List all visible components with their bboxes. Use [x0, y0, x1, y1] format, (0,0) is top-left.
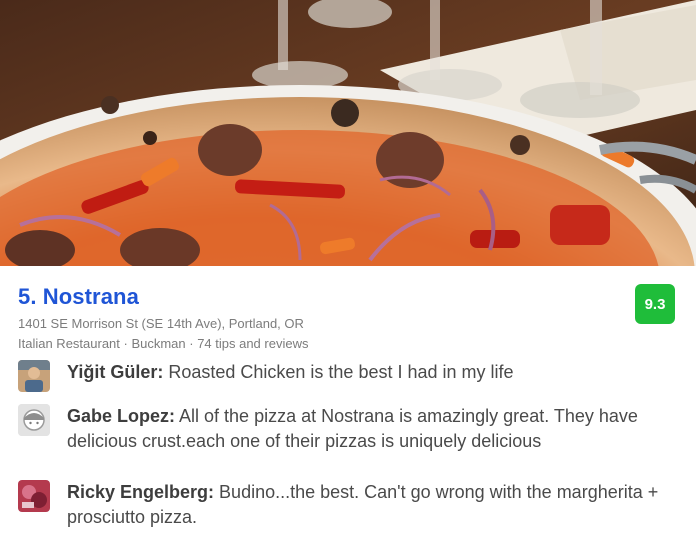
venue-card: 5. Nostrana 1401 SE Morrison St (SE 14th… [0, 266, 696, 558]
venue-title-link[interactable]: 5. Nostrana [18, 284, 139, 310]
default-avatar-icon[interactable] [18, 404, 50, 436]
score-badge: 9.3 [635, 284, 675, 324]
tip-author[interactable]: Gabe Lopez: [67, 406, 175, 426]
tip-text: Ricky Engelberg: Budino...the best. Can'… [67, 480, 677, 530]
avatar[interactable] [18, 360, 50, 392]
venue-photo[interactable] [0, 0, 696, 266]
venue-meta: Italian Restaurant · Buckman · 74 tips a… [18, 336, 309, 351]
tip-author[interactable]: Yiğit Güler: [67, 362, 163, 382]
tip-text: Yiğit Güler: Roasted Chicken is the best… [67, 360, 677, 385]
tip-body: Roasted Chicken is the best I had in my … [163, 362, 514, 382]
tip-text: Gabe Lopez: All of the pizza at Nostrana… [67, 404, 677, 454]
tip-author[interactable]: Ricky Engelberg: [67, 482, 214, 502]
avatar[interactable] [18, 480, 50, 512]
venue-address: 1401 SE Morrison St (SE 14th Ave), Portl… [18, 316, 304, 331]
